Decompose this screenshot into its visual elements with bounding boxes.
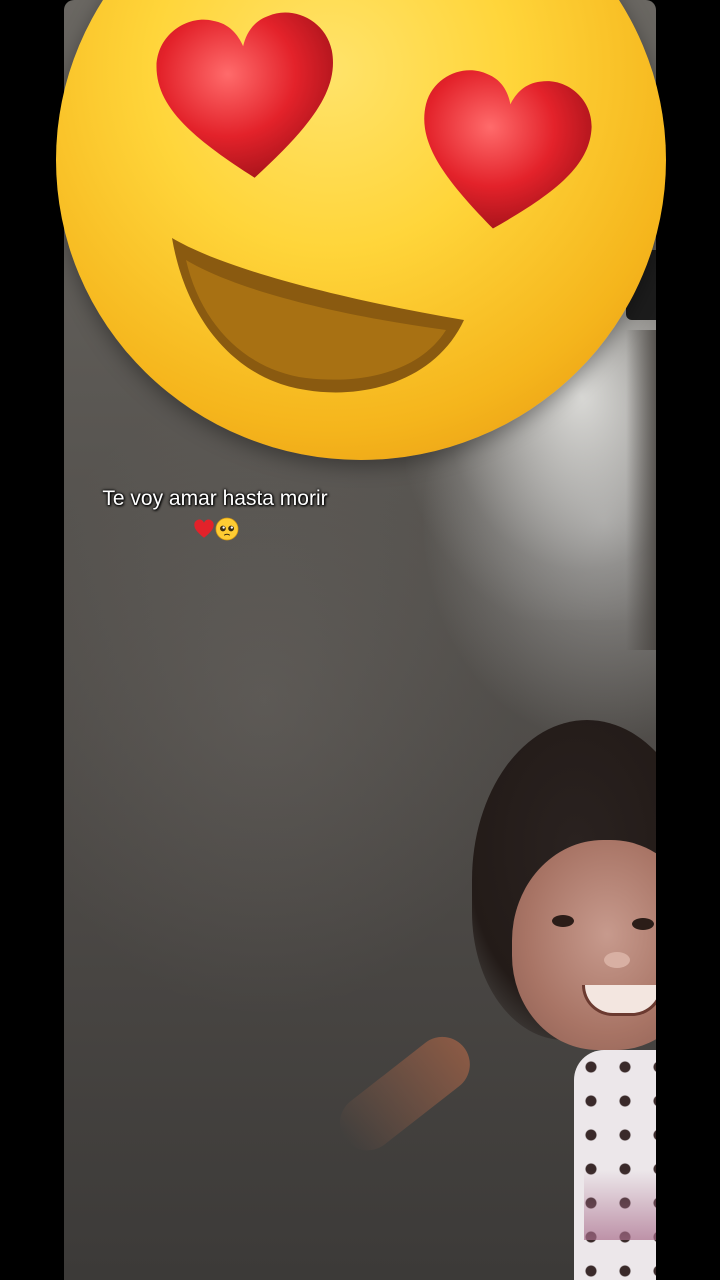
- nose: [604, 952, 630, 968]
- heart-eyes-emoji-sticker: [56, 0, 666, 460]
- left-heart-eye-icon: [156, 12, 333, 178]
- caption-text: Te voy amar hasta morir: [102, 487, 328, 510]
- polka-dot-dress: [574, 1050, 656, 1280]
- left-eye: [552, 915, 574, 927]
- red-heart-icon: [194, 519, 214, 538]
- child-figure: [328, 720, 656, 1280]
- right-eye: [632, 918, 654, 930]
- caption-emoji-row: [80, 514, 350, 544]
- video-caption: Te voy amar hasta morir: [80, 484, 350, 544]
- pleading-face-icon: [215, 517, 239, 541]
- emoji-smile-mouth: [172, 238, 464, 393]
- dress-trim: [584, 1170, 656, 1240]
- child-arm: [328, 1025, 481, 1162]
- smile-mouth: [582, 985, 656, 1016]
